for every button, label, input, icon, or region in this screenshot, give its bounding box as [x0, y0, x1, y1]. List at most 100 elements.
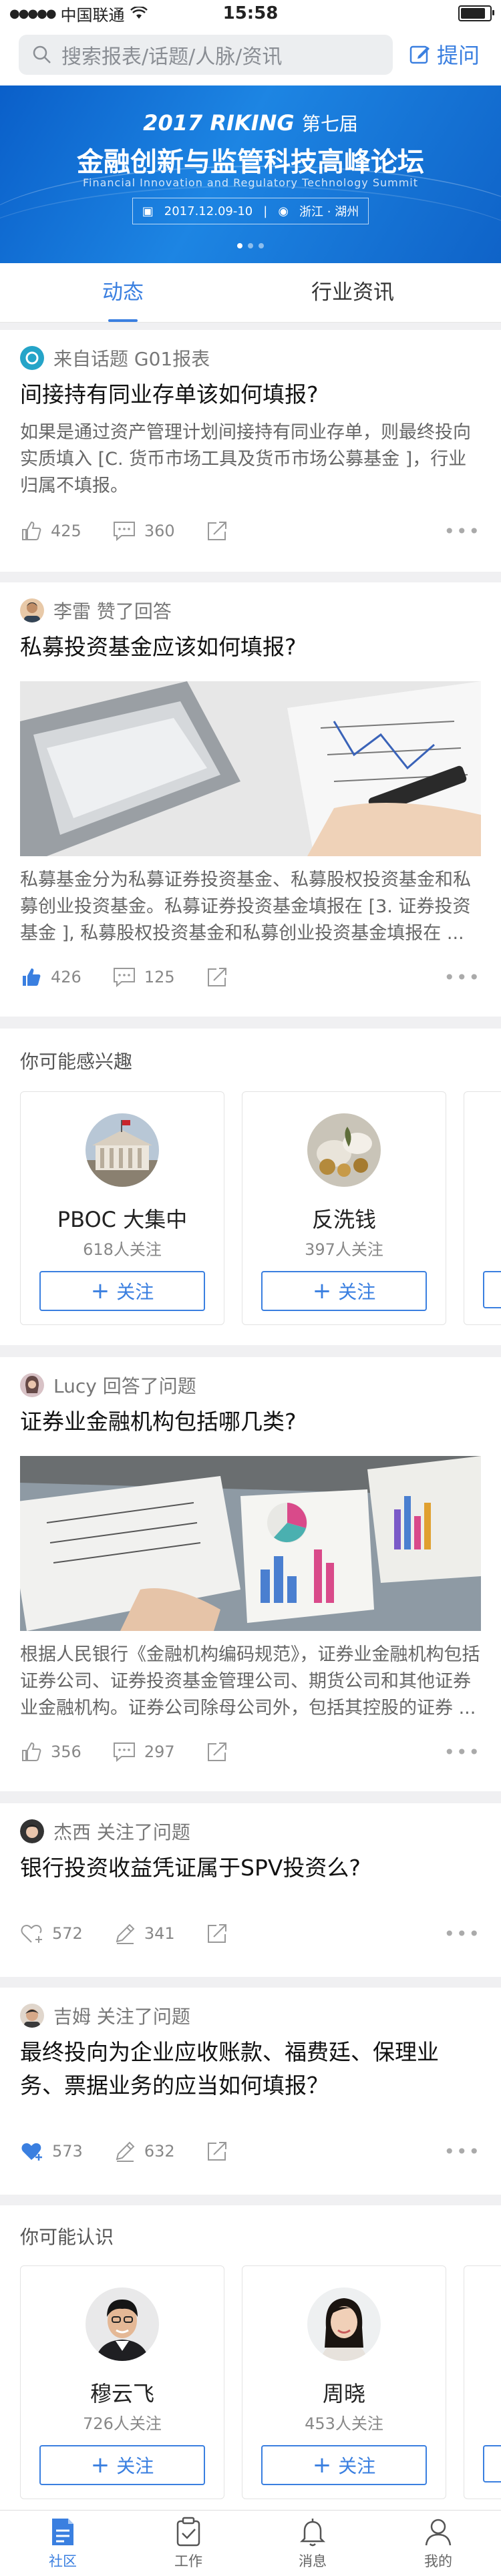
- community-icon: [52, 2519, 73, 2545]
- edit-icon: [409, 45, 430, 64]
- topic-recommendation-card[interactable]: 反洗钱 397人关注 + 关注: [242, 1091, 446, 1325]
- banner-place: 浙江 · 湖州: [299, 205, 359, 219]
- like-button[interactable]: 426: [20, 966, 81, 988]
- feed-context: 李雷 赞了回答: [53, 600, 172, 622]
- plus-icon: +: [312, 1278, 332, 1304]
- tab-industry-news[interactable]: 行业资讯: [286, 263, 420, 322]
- question-title[interactable]: 银行投资收益凭证属于SPV投资么?: [20, 1851, 481, 1885]
- comment-count: 297: [144, 1742, 175, 1761]
- tab-messages-label: 消息: [299, 2553, 327, 2569]
- feed-context: 杰西 关注了问题: [53, 1821, 190, 1843]
- like-count: 356: [51, 1742, 81, 1761]
- tab-profile-label: 我的: [424, 2553, 452, 2569]
- banner-subtitle: Financial Innovation and Regulatory Tech…: [82, 176, 418, 189]
- topic-name: 反洗钱: [311, 1207, 376, 1232]
- feed-card[interactable]: 来自话题 G01报表 间接持有同业存单该如何填报? 如果是通过资产管理计划间接持…: [0, 330, 501, 572]
- share-icon: [207, 968, 226, 986]
- wifi-icon: [130, 7, 148, 19]
- plus-icon: +: [312, 2452, 332, 2478]
- person-name: 周晓: [322, 2381, 365, 2406]
- person-recommendation-card-partial[interactable]: [464, 2265, 501, 2499]
- banner-title: 金融创新与监管科技高峰论坛: [77, 147, 424, 178]
- banner-date: 2017.12.09-10: [164, 204, 253, 218]
- answer-excerpt[interactable]: 私募基金分为私募证券投资基金、私募股权投资基金和私募创业投资基金。私募证券投资基…: [20, 867, 481, 947]
- more-icon[interactable]: •••: [444, 1923, 481, 1945]
- question-title[interactable]: 最终投向为企业应收账款、福费廷、保理业务、票据业务的应当如何填报？: [20, 2036, 481, 2102]
- comment-button[interactable]: 125: [112, 966, 175, 988]
- feed-context: 来自话题 G01报表: [53, 348, 210, 370]
- more-icon[interactable]: •••: [444, 2141, 481, 2163]
- pencil-icon: [116, 2141, 135, 2162]
- meeting-charts-image[interactable]: [20, 1456, 481, 1631]
- topic-recommendation-card[interactable]: PBOC 大集中 618人关注 + 关注: [20, 1091, 224, 1325]
- answer-excerpt[interactable]: 如果是通过资产管理计划间接持有同业存单，则最终投向实质填入 [C. 货币市场工具…: [20, 419, 481, 500]
- person-recommendation-card[interactable]: 穆云飞 726人关注 + 关注: [20, 2265, 224, 2499]
- follow-button[interactable]: + 关注: [261, 1271, 427, 1311]
- tab-community[interactable]: 社区: [23, 2516, 103, 2571]
- content-tabs: 动态 行业资讯: [0, 263, 501, 323]
- share-button[interactable]: [206, 1922, 236, 1945]
- thumbs-up-icon: [22, 521, 41, 540]
- follow-button[interactable]: + 关注: [39, 1271, 205, 1311]
- feed-card[interactable]: 杰西 关注了问题 银行投资收益凭证属于SPV投资么? 572 341 •••: [0, 1803, 501, 1977]
- person-recommendation-card[interactable]: 周晓 453人关注 + 关注: [242, 2265, 446, 2499]
- like-button[interactable]: 356: [20, 1740, 81, 1763]
- question-title[interactable]: 间接持有同业存单该如何填报?: [20, 378, 481, 411]
- interest-section: 你可能感兴趣 PBOC 大集中 618人关注 + 关注 反洗钱 397人关注 + 关…: [0, 1029, 501, 1345]
- more-icon[interactable]: •••: [444, 966, 481, 988]
- topic-recommendation-card-partial[interactable]: [464, 1091, 501, 1325]
- comment-button[interactable]: 360: [112, 520, 175, 542]
- more-icon[interactable]: •••: [444, 520, 481, 542]
- answer-button[interactable]: 341: [114, 1922, 175, 1945]
- comment-button[interactable]: 297: [112, 1741, 175, 1763]
- topic-avatar: [20, 346, 44, 370]
- heart-plus-icon: [21, 1924, 42, 1943]
- tab-profile[interactable]: 我的: [398, 2516, 478, 2571]
- laptop-chart-image[interactable]: [20, 681, 481, 856]
- feed-card[interactable]: 吉姆 关注了问题 最终投向为企业应收账款、福费廷、保理业务、票据业务的应当如何填…: [0, 1988, 501, 2195]
- follow-button[interactable]: + 关注: [39, 2445, 205, 2485]
- answer-button[interactable]: 632: [114, 2140, 175, 2163]
- search-input[interactable]: 搜索报表/话题/人脉/资讯: [19, 35, 393, 75]
- answer-count: 341: [144, 1924, 175, 1943]
- more-icon[interactable]: •••: [444, 1741, 481, 1763]
- plus-icon: +: [90, 1278, 110, 1304]
- event-banner[interactable]: 2017 RIKING 第七届 金融创新与监管科技高峰论坛 Financial …: [0, 85, 501, 263]
- tab-messages[interactable]: 消息: [273, 2516, 353, 2571]
- share-button[interactable]: [206, 966, 236, 988]
- feed-card[interactable]: 李雷 赞了回答 私募投资基金应该如何填报? 私募基金分为私募证券投资基金、私募股…: [0, 582, 501, 1017]
- comment-icon: [113, 522, 135, 542]
- user-avatar: [20, 598, 44, 622]
- people-section: 你可能认识 穆云飞 726人关注 + 关注 周晓 453人关注 + 关注: [0, 2205, 501, 2510]
- follow-question-button[interactable]: 572: [20, 1922, 83, 1945]
- follower-count: 618人关注: [83, 1240, 162, 1259]
- tab-work[interactable]: 工作: [148, 2516, 228, 2571]
- user-avatar: [20, 1819, 44, 1843]
- banner-line1: 2017 RIKING 第七届: [143, 110, 358, 136]
- search-icon: [33, 45, 51, 63]
- share-icon: [207, 522, 226, 540]
- ask-button[interactable]: 提问: [409, 39, 480, 69]
- person-avatar: [86, 2287, 159, 2361]
- top-bar: 搜索报表/话题/人脉/资讯 提问: [0, 27, 501, 85]
- share-button[interactable]: [206, 2140, 236, 2163]
- tab-dynamics[interactable]: 动态: [56, 263, 190, 322]
- thumbs-up-filled-icon: [23, 968, 41, 986]
- follow-question-button[interactable]: 573: [20, 2140, 83, 2163]
- ask-label: 提问: [437, 43, 480, 68]
- carousel-dots[interactable]: [0, 243, 501, 248]
- answer-excerpt[interactable]: 根据人民银行《金融机构编码规范》，证券业金融机构包括证券公司、证券投资基金管理公…: [20, 1642, 481, 1722]
- feed-card[interactable]: Lucy 回答了问题 证券业金融机构包括哪几类? 根据人民银行《金融机构编码规范…: [0, 1357, 501, 1791]
- share-icon: [207, 1924, 226, 1943]
- share-button[interactable]: [206, 520, 236, 542]
- plus-icon: +: [90, 2452, 110, 2478]
- follower-count: 726人关注: [83, 2414, 162, 2433]
- like-button[interactable]: 425: [20, 520, 81, 542]
- follow-button[interactable]: + 关注: [261, 2445, 427, 2485]
- topic-name: PBOC 大集中: [57, 1207, 188, 1232]
- question-title[interactable]: 证券业金融机构包括哪几类?: [20, 1405, 481, 1439]
- user-avatar: [20, 1373, 44, 1397]
- question-title[interactable]: 私募投资基金应该如何填报?: [20, 630, 481, 664]
- share-button[interactable]: [206, 1740, 236, 1763]
- topic-image: [86, 1113, 159, 1187]
